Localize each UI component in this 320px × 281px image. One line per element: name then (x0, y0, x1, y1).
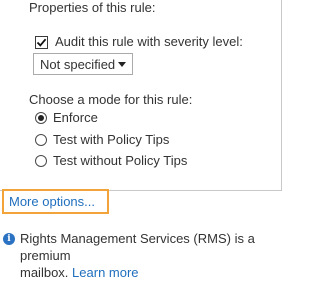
mode-option-test-with-tips[interactable]: Test with Policy Tips (35, 132, 169, 148)
mode-option-label: Enforce (53, 110, 98, 125)
rms-info-line1: Rights Management Services (RMS) is a pr… (20, 231, 255, 263)
audit-rule-row[interactable]: Audit this rule with severity level: (35, 34, 243, 50)
checkmark-icon (36, 38, 47, 47)
severity-level-dropdown[interactable]: Not specified (33, 53, 133, 75)
radio-test-with-tips[interactable] (35, 134, 47, 146)
audit-label: Audit this rule with severity level: (55, 34, 243, 49)
chevron-down-icon (118, 61, 126, 67)
learn-more-link[interactable]: Learn more (72, 265, 138, 280)
mode-heading: Choose a mode for this rule: (29, 92, 193, 107)
info-icon: i (3, 233, 15, 245)
rule-properties-panel: Properties of this rule: Audit this rule… (0, 0, 283, 280)
more-options-link[interactable]: More options... (2, 189, 109, 214)
mode-option-test-without-tips[interactable]: Test without Policy Tips (35, 153, 187, 169)
mode-option-enforce[interactable]: Enforce (35, 110, 98, 126)
radio-selected-dot (38, 115, 44, 121)
mode-option-label: Test with Policy Tips (53, 132, 170, 147)
mode-option-label: Test without Policy Tips (53, 153, 188, 168)
radio-test-without-tips[interactable] (35, 155, 47, 167)
radio-enforce[interactable] (35, 112, 47, 124)
rms-info-text: Rights Management Services (RMS) is a pr… (20, 230, 282, 281)
audit-checkbox[interactable] (35, 35, 48, 49)
rule-section: Properties of this rule: Audit this rule… (0, 0, 282, 191)
severity-selected-value: Not specified (40, 56, 116, 72)
rms-info-line2: mailbox. (20, 265, 69, 280)
rule-properties-heading: Properties of this rule: (29, 0, 156, 15)
